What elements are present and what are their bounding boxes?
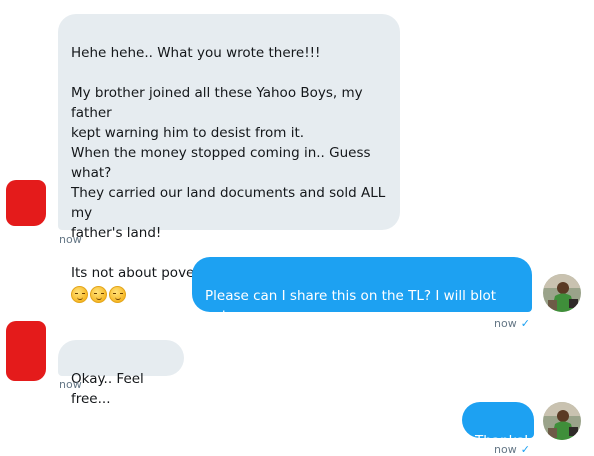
received-message-bubble[interactable]: Hehe hehe.. What you wrote there!!! My b… xyxy=(58,14,400,303)
message-timestamp: now xyxy=(59,378,82,391)
smirking-face-icon xyxy=(71,286,88,303)
avatar[interactable] xyxy=(543,402,581,440)
emoji-group xyxy=(71,286,126,303)
received-message-bubble[interactable]: Okay.. Feel free... xyxy=(58,340,184,407)
message-timestamp-row: now ✓ xyxy=(494,443,530,456)
redacted-avatar xyxy=(6,321,46,381)
smirking-face-icon xyxy=(90,286,107,303)
read-check-icon: ✓ xyxy=(520,443,530,456)
sent-message-bubble[interactable]: Please can I share this on the TL? I wil… xyxy=(192,257,532,344)
avatar[interactable] xyxy=(543,274,581,312)
smirking-face-icon xyxy=(109,286,126,303)
redacted-avatar xyxy=(6,180,46,226)
user-avatar-icon xyxy=(543,402,581,440)
message-text: Please can I share this on the TL? I wil… xyxy=(205,288,497,344)
timestamp-text: now xyxy=(494,317,517,330)
sent-message-bubble[interactable]: Thanks! xyxy=(462,402,534,449)
message-text: Okay.. Feel free... xyxy=(71,371,144,407)
read-check-icon: ✓ xyxy=(520,317,530,330)
message-timestamp-row: now ✓ xyxy=(494,317,530,330)
message-timestamp: now xyxy=(59,233,82,246)
timestamp-text: now xyxy=(494,443,517,456)
user-avatar-icon xyxy=(543,274,581,312)
dm-conversation: Hehe hehe.. What you wrote there!!! My b… xyxy=(0,0,594,456)
message-text: Hehe hehe.. What you wrote there!!! My b… xyxy=(71,45,386,281)
